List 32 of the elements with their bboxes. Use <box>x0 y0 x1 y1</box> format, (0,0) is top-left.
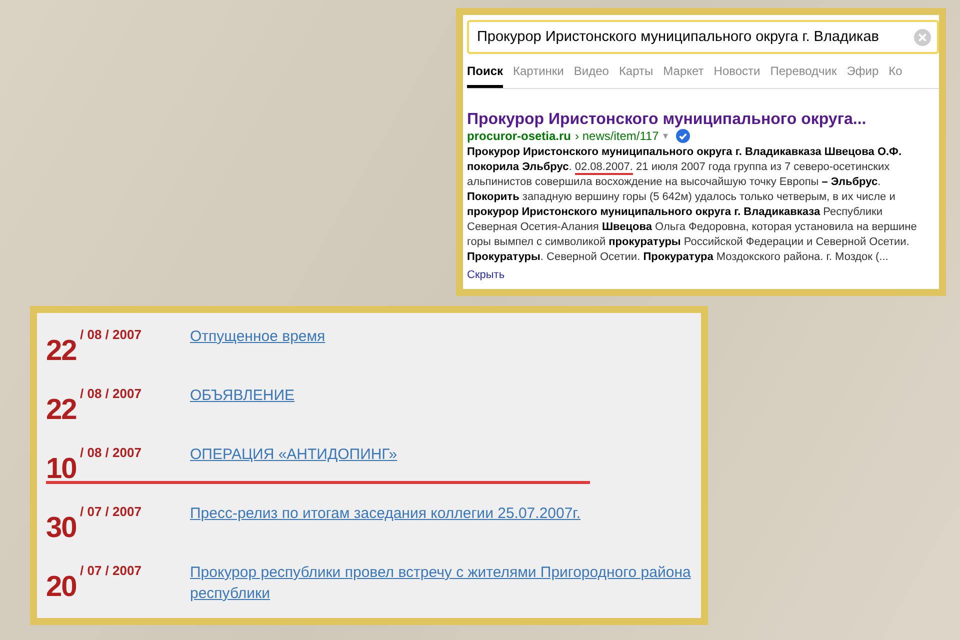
search-tab[interactable]: Карты <box>618 60 654 88</box>
search-tab[interactable]: Ко <box>888 60 902 88</box>
news-month-year: / 07 / 2007 <box>80 503 142 519</box>
search-tab[interactable]: Видео <box>574 60 609 88</box>
news-month-year: / 08 / 2007 <box>80 444 142 460</box>
news-month-year: / 08 / 2007 <box>80 385 142 401</box>
news-day: 22 <box>46 336 80 366</box>
clear-icon[interactable] <box>914 28 931 46</box>
hide-link[interactable]: Скрыть <box>467 269 505 281</box>
news-title-link[interactable]: Прокурор республики провел встречу с жителями Пригородного района республики <box>190 562 701 604</box>
news-day: 30 <box>46 513 80 543</box>
news-title-link[interactable]: Отпущенное время <box>190 326 326 347</box>
result-site-link[interactable]: procuror-osetia.ru <box>467 129 572 143</box>
result-title-link[interactable]: Прокурор Иристонского муниципального округа... <box>467 111 939 129</box>
news-title-link[interactable]: ОБЪЯВЛЕНИЕ <box>190 385 295 406</box>
news-day: 22 <box>46 395 80 425</box>
news-month-year: / 08 / 2007 <box>80 326 142 342</box>
search-tab[interactable]: Новости <box>714 60 760 88</box>
news-title-link[interactable]: ОПЕРАЦИЯ «АНТИДОПИНГ» <box>190 444 398 465</box>
search-tab[interactable]: Маркет <box>663 60 704 88</box>
news-title-link[interactable]: Пресс-релиз по итогам заседания коллегии 25.07.2007г. <box>190 503 580 524</box>
news-day: 10 <box>46 454 80 484</box>
search-tab[interactable]: Эфир <box>846 60 879 88</box>
news-day: 20 <box>46 572 80 602</box>
result-snippet: Прокурор Иристонского муниципального округа г. Владикавказа Швецова О.Ф. покорила Эльбрус. 02.08.2007. 21 июля 2007 года группа из 7 северо-осетинских альпинистов совершила восхождение на высочайшую точку Европы – Эльбрус. Покорить западную вершину горы (5 642м) удалось только четверым, в их числе и прокурор Иристонского муниципального округа г. Владикавказа Республики Северная Осетия-Алания Швецова Ольга Федоровна, которая установила на вершине горы вымпел с символикой прокуратуры Российской Федерации и Северной Осетии. Прокуратуры. Северной Осетии. Прокуратура Моздокского района. г. Моздок (... <box>467 145 918 265</box>
search-tab[interactable]: Переводчик <box>770 60 837 88</box>
search-tab[interactable]: Поиск <box>467 60 504 88</box>
dropdown-arrow[interactable]: ▾ <box>662 130 668 142</box>
search-field[interactable]: Прокурор Иристонского муниципального округа г. Владикав <box>467 20 939 54</box>
result-path: › news/item/117 <box>575 129 659 143</box>
news-month-year: / 07 / 2007 <box>80 562 142 578</box>
search-tab[interactable]: Картинки <box>513 60 564 88</box>
